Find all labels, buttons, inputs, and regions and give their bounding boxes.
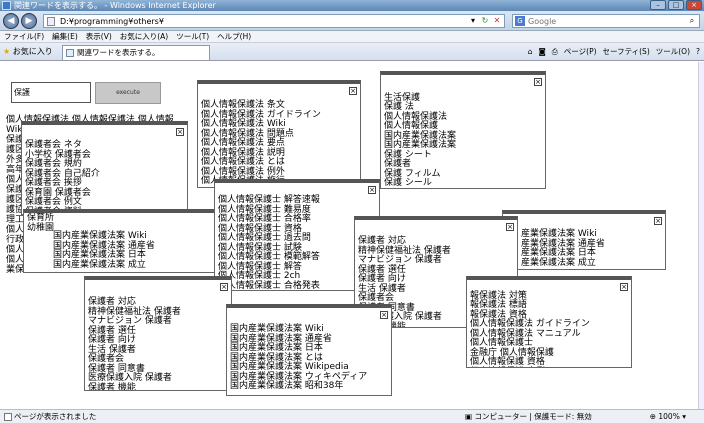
close-icon[interactable]: × [620, 283, 628, 291]
vertical-scrollbar[interactable] [698, 62, 704, 409]
close-icon[interactable]: × [380, 311, 388, 319]
related-popup: × 保護者 対応 精神保健福祉法 保護者 マナビジョン 保護者 保護者 選任 保護者 向… [84, 276, 232, 391]
print-icon[interactable]: ⎙ [552, 46, 558, 58]
page-content: execute 個人情報保護法 個人情報保護法 個人情報Wiki保護護区外多高年… [0, 62, 698, 409]
related-word[interactable]: 個人情報保護 事例 [470, 367, 545, 368]
query-input[interactable] [11, 82, 91, 103]
close-icon[interactable]: × [368, 186, 376, 194]
favorites-label: お気に入り [12, 47, 53, 56]
menu-view[interactable]: 表示(V) [86, 31, 112, 42]
command-safety[interactable]: セーフティ(S) [603, 46, 650, 58]
close-icon[interactable]: × [176, 128, 184, 136]
command-tools[interactable]: ツール(O) [656, 46, 690, 58]
dropdown-icon[interactable]: ▾ [468, 16, 478, 26]
close-button[interactable]: × [686, 0, 702, 10]
back-button[interactable]: ◀ [3, 13, 19, 29]
related-word[interactable]: 国内産業保護法案 昭和38年 [230, 381, 367, 392]
related-word[interactable]: 産業保護法案 成立 [521, 258, 605, 269]
related-popup: × 報保護法 対策 報保護法 標語 報保護法 資格 個人情報保護法 ガイドライン 個人情… [466, 276, 632, 368]
address-bar[interactable]: D:¥programming¥others¥ ▾ ↻ ✕ [43, 14, 505, 28]
close-icon[interactable]: × [506, 223, 514, 231]
tab-current[interactable]: 関連ワードを表示する。 [62, 45, 210, 60]
related-popup: × 生活保護 保護 法個人情報保護法 個人情報保護 国内産業保護法案 国内産業保護法案保… [380, 71, 546, 189]
forward-button[interactable]: ▶ [21, 13, 37, 29]
maximize-button[interactable]: □ [668, 0, 684, 10]
window-controls: – □ × [650, 0, 702, 10]
related-word[interactable]: 保護者 機能 [88, 383, 181, 390]
related-popup: × 保育所幼稚園 国内産業保護法案 Wiki国内産業保護法案 通産省国内産業保護… [23, 209, 228, 273]
search-input[interactable] [528, 16, 678, 27]
ie-icon [2, 1, 11, 10]
search-box[interactable]: G ⌕ [512, 14, 700, 28]
help-icon[interactable]: ? [696, 46, 700, 58]
zoom-control[interactable]: ⊕ 100% ▾ [650, 410, 686, 423]
related-popup: × 個人情報保護法 条文 個人情報保護法 ガイドライン 個人情報保護法 Wiki 個人… [197, 80, 361, 188]
execute-button[interactable]: execute [95, 82, 161, 104]
feeds-icon[interactable]: ◙ [539, 46, 546, 58]
title-bar: 関連ワードを表示する。 - Windows Internet Explorer … [0, 0, 704, 11]
favorites-button[interactable]: ★ お気に入り [3, 46, 53, 58]
security-zone[interactable]: ▣ コンピューター | 保護モード: 無効 [465, 410, 592, 423]
window-title: 関連ワードを表示する。 - Windows Internet Explorer [14, 1, 216, 10]
page-icon [47, 17, 55, 26]
menu-file[interactable]: ファイル(F) [4, 31, 44, 42]
zoom-level: 100% [658, 412, 680, 421]
status-bar: ページが表示されました ▣ コンピューター | 保護モード: 無効 ⊕ 100%… [0, 409, 704, 423]
related-popup: × 産業保護法案 Wiki 産業保護法案 通産省 産業保護法案 日本 産業保護法案 成… [502, 210, 666, 270]
menu-edit[interactable]: 編集(E) [52, 31, 78, 42]
close-icon[interactable]: × [654, 217, 662, 225]
close-icon[interactable]: × [534, 78, 542, 86]
command-bar: ⌂ ◙ ⎙ ページ(P) セーフティ(S) ツール(O) ? [528, 46, 700, 58]
page-icon [4, 413, 12, 421]
zone-text: コンピューター | 保護モード: 無効 [474, 412, 592, 421]
menu-favorites[interactable]: お気に入り(A) [120, 31, 168, 42]
related-word[interactable]: 国内産業保護法案 成立 [53, 260, 155, 271]
navigation-bar: ◀ ▶ D:¥programming¥others¥ ▾ ↻ ✕ G ⌕ [0, 11, 704, 31]
command-page[interactable]: ページ(P) [564, 46, 597, 58]
google-icon: G [515, 16, 525, 26]
address-url: D:¥programming¥others¥ [60, 17, 164, 26]
page-icon [66, 49, 74, 57]
status-left: ページが表示されました [4, 410, 96, 423]
close-icon[interactable]: × [220, 283, 228, 291]
related-popup: × 保護者会 ネタ 小学校 保護者会 保護者会 規約 保護者会 自己紹介 保護者会 挨拶… [21, 121, 188, 215]
tab-title: 関連ワードを表示する。 [77, 48, 160, 57]
stop-icon[interactable]: ✕ [492, 16, 502, 26]
related-popup: × 国内産業保護法案 Wiki 国内産業保護法案 通産省 国内産業保護法案 日本 国内… [226, 304, 392, 396]
related-word[interactable]: 保護 シール [384, 178, 456, 188]
status-text: ページが表示されました [14, 412, 97, 421]
star-icon: ★ [3, 47, 11, 56]
refresh-icon[interactable]: ↻ [480, 16, 490, 26]
related-word[interactable]: 幼稚園 [27, 223, 54, 234]
related-word[interactable]: 個人情報保護士 合格発表 [218, 281, 320, 290]
home-icon[interactable]: ⌂ [528, 46, 533, 58]
menu-tools[interactable]: ツール(T) [176, 31, 209, 42]
close-icon[interactable]: × [349, 87, 357, 95]
search-icon[interactable]: ⌕ [687, 16, 697, 26]
menu-help[interactable]: ヘルプ(H) [217, 31, 251, 42]
menu-bar: ファイル(F) 編集(E) 表示(V) お気に入り(A) ツール(T) ヘルプ(… [0, 31, 704, 43]
tab-bar: ★ お気に入り 関連ワードを表示する。 ⌂ ◙ ⎙ ページ(P) セーフティ(S… [0, 43, 704, 61]
minimize-button[interactable]: – [650, 0, 666, 10]
